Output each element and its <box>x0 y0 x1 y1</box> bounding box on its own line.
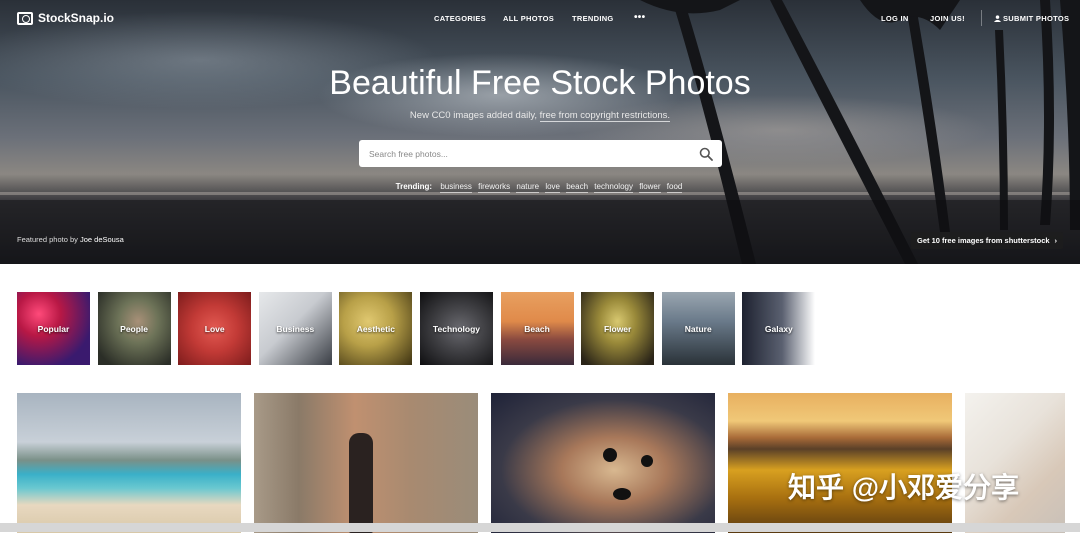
featured-credit: Featured photo by Joe deSousa <box>17 235 124 244</box>
chevron-right-icon: › <box>1054 236 1058 245</box>
featured-author-link[interactable]: Joe deSousa <box>80 235 124 244</box>
hero-title: Beautiful Free Stock Photos <box>329 64 751 102</box>
photo-couple[interactable] <box>965 393 1065 533</box>
search-bar <box>359 140 722 167</box>
trending-tags: Trending: business fireworks nature love… <box>0 182 1080 193</box>
category-label: Love <box>204 323 225 334</box>
trending-tag[interactable]: love <box>545 182 560 193</box>
dog-eye <box>603 448 617 462</box>
search-icon[interactable] <box>699 147 713 161</box>
hero-banner: StockSnap.io CATEGORIES ALL PHOTOS TREND… <box>0 0 1080 264</box>
category-tile-people[interactable]: People <box>97 292 171 365</box>
category-tiles: Popular People Love Business Aesthetic T… <box>17 292 823 365</box>
submit-photos-label: SUBMIT PHOTOS <box>1003 14 1070 23</box>
featured-prefix: Featured photo by <box>17 235 80 244</box>
nav-login[interactable]: LOG IN <box>881 14 909 23</box>
category-label: Nature <box>684 323 712 334</box>
nav-divider <box>981 10 982 26</box>
trending-tag[interactable]: technology <box>594 182 633 193</box>
dog-nose <box>613 488 631 500</box>
person-figure <box>349 433 373 533</box>
copyright-link[interactable]: free from copyright restrictions. <box>539 110 671 122</box>
photo-dog[interactable] <box>491 393 715 533</box>
photo-sunflowers[interactable] <box>728 393 952 533</box>
top-navigation: StockSnap.io CATEGORIES ALL PHOTOS TREND… <box>0 0 1080 36</box>
category-tile-galaxy[interactable]: Galaxy <box>742 292 816 365</box>
camera-icon <box>17 11 33 25</box>
brand-name: StockSnap.io <box>38 11 115 25</box>
photo-woman-wall[interactable] <box>254 393 478 533</box>
trending-tag[interactable]: flower <box>639 182 661 193</box>
nav-categories[interactable]: CATEGORIES <box>434 14 486 23</box>
brand-logo[interactable]: StockSnap.io <box>17 11 114 25</box>
category-tile-flower[interactable]: Flower <box>581 292 655 365</box>
palm-trees-silhouette <box>0 0 1080 264</box>
category-label: People <box>120 323 149 334</box>
category-tile-popular[interactable]: Popular <box>17 292 90 365</box>
trending-tag[interactable]: beach <box>566 182 589 193</box>
horizontal-scrollbar[interactable] <box>0 523 1080 532</box>
trending-tag[interactable]: nature <box>516 182 540 193</box>
category-label: Technology <box>432 323 480 334</box>
category-label: Galaxy <box>764 323 793 334</box>
trending-tag[interactable]: business <box>440 182 472 193</box>
hero-subtitle: New CC0 images added daily, free from co… <box>0 110 1080 122</box>
category-tile-aesthetic[interactable]: Aesthetic <box>339 292 413 365</box>
user-icon <box>994 15 1001 22</box>
shutterstock-promo-button[interactable]: Get 10 free images from shutterstock › <box>911 232 1063 249</box>
category-tile-love[interactable]: Love <box>178 292 252 365</box>
nav-submit-photos[interactable]: SUBMIT PHOTOS <box>994 14 1069 23</box>
category-label: Business <box>276 323 315 334</box>
nav-trending[interactable]: TRENDING <box>572 14 614 23</box>
category-tile-beach[interactable]: Beach <box>500 292 574 365</box>
photo-beach[interactable] <box>17 393 241 533</box>
category-tile-nature[interactable]: Nature <box>661 292 735 365</box>
category-label: Aesthetic <box>356 323 395 334</box>
hero-subtitle-text: New CC0 images added daily, <box>409 110 540 121</box>
trending-tag[interactable]: fireworks <box>478 182 511 193</box>
nav-join[interactable]: JOIN US! <box>930 14 965 23</box>
watermark-text: 知乎 @小邓爱分享 <box>788 472 1020 503</box>
nav-all-photos[interactable]: ALL PHOTOS <box>503 14 554 23</box>
category-label: Popular <box>37 323 70 334</box>
category-tile-technology[interactable]: Technology <box>419 292 493 365</box>
promo-label: Get 10 free images from shutterstock <box>917 236 1050 245</box>
dog-eye <box>641 455 653 467</box>
category-tile-business[interactable]: Business <box>258 292 332 365</box>
trending-tag[interactable]: food <box>666 182 683 193</box>
category-label: Beach <box>524 323 550 334</box>
nav-more-icon[interactable]: ••• <box>634 12 645 23</box>
search-input[interactable] <box>359 140 689 167</box>
trending-label: Trending: <box>395 182 433 191</box>
category-label: Flower <box>603 323 632 334</box>
